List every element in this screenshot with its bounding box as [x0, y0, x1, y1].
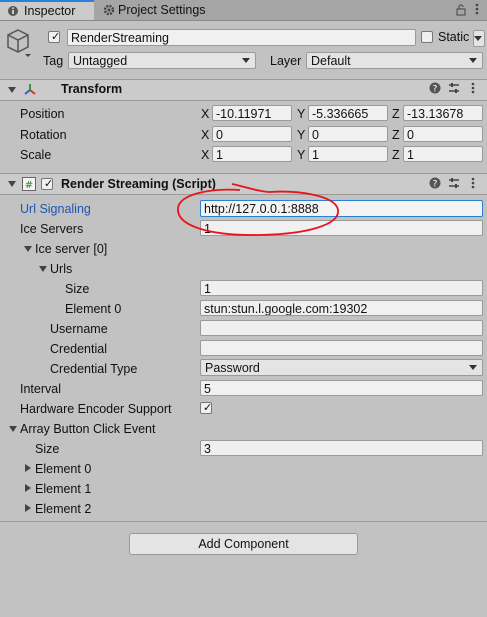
scale-label: Scale: [20, 148, 52, 162]
static-dropdown[interactable]: [473, 30, 485, 47]
position-z-field[interactable]: -13.13678: [403, 105, 483, 121]
credential-label: Credential: [50, 342, 107, 356]
svg-text:?: ?: [433, 85, 438, 95]
preset-icon[interactable]: [448, 82, 460, 94]
axis-z-label[interactable]: Z: [392, 107, 400, 121]
interval-input[interactable]: 5: [200, 380, 483, 396]
array-element-2-label[interactable]: Element 2: [35, 502, 91, 516]
tab-inspector[interactable]: Inspector: [0, 0, 94, 20]
svg-text:#: #: [25, 180, 33, 191]
array-element-0-label[interactable]: Element 0: [35, 462, 91, 476]
fold-arrow-icon[interactable]: [39, 266, 47, 272]
more-options-icon[interactable]: [471, 2, 483, 15]
tag-value: Untagged: [73, 54, 128, 68]
layer-dropdown[interactable]: Default: [306, 52, 483, 69]
script-icon: #: [22, 177, 36, 191]
add-component-button[interactable]: Add Component: [129, 533, 358, 555]
check-icon: ✓: [44, 178, 54, 190]
credential-type-label: Credential Type: [50, 362, 138, 376]
element0-label: Element 0: [65, 302, 122, 316]
chevron-down-icon: [469, 365, 477, 370]
tab-project-settings[interactable]: Project Settings: [100, 0, 250, 20]
check-icon: ✓: [51, 31, 61, 43]
layer-label: Layer: [270, 54, 302, 68]
layer-value: Default: [311, 54, 351, 68]
scale-x-field[interactable]: 1: [212, 146, 292, 162]
tab-bar: Inspector Project Settings: [0, 0, 487, 21]
axis-x-label[interactable]: X: [201, 128, 209, 142]
fold-arrow-icon[interactable]: [8, 87, 16, 93]
tag-dropdown[interactable]: Untagged: [68, 52, 256, 69]
axis-z-label[interactable]: Z: [392, 148, 400, 162]
credential-type-dropdown[interactable]: Password: [200, 359, 483, 376]
url-signaling-label: Url Signaling: [20, 202, 91, 216]
element0-input[interactable]: stun:stun.l.google.com:19302: [200, 300, 483, 316]
preset-icon[interactable]: [448, 177, 460, 189]
tag-label: Tag: [43, 54, 64, 68]
credential-type-value: Password: [205, 361, 260, 375]
rotation-y-field[interactable]: 0: [308, 126, 388, 142]
transform-header[interactable]: Transform ?: [0, 79, 487, 101]
chevron-down-icon: [469, 58, 477, 63]
check-icon: ✓: [203, 402, 213, 414]
script-enabled-checkbox[interactable]: ✓: [41, 178, 53, 190]
axis-y-label[interactable]: Y: [297, 148, 305, 162]
axis-x-label[interactable]: X: [201, 107, 209, 121]
help-icon[interactable]: ?: [429, 82, 441, 94]
divider: [0, 521, 487, 522]
rotation-x-field[interactable]: 0: [212, 126, 292, 142]
username-label: Username: [50, 322, 108, 336]
gameobject-icon[interactable]: [6, 28, 32, 58]
static-label: Static: [438, 30, 470, 44]
array-element-1-label[interactable]: Element 1: [35, 482, 91, 496]
active-checkbox[interactable]: ✓: [48, 31, 60, 43]
expand-arrow-icon[interactable]: [25, 504, 31, 512]
axis-y-label[interactable]: Y: [297, 128, 305, 142]
interval-label: Interval: [20, 382, 61, 396]
fold-arrow-icon[interactable]: [24, 246, 32, 252]
svg-text:?: ?: [433, 180, 438, 190]
lock-icon[interactable]: [455, 4, 467, 16]
rotation-z-field[interactable]: 0: [403, 126, 483, 142]
urls-label[interactable]: Urls: [50, 262, 72, 276]
axis-z-label[interactable]: Z: [392, 128, 400, 142]
urls-size-input[interactable]: 1: [200, 280, 483, 296]
axis-y-label[interactable]: Y: [297, 107, 305, 121]
context-menu-icon[interactable]: [468, 81, 478, 95]
tab-label: Project Settings: [118, 3, 206, 17]
ice-server-0-label[interactable]: Ice server [0]: [35, 242, 107, 256]
context-menu-icon[interactable]: [468, 176, 478, 190]
fold-arrow-icon[interactable]: [8, 181, 16, 187]
array-button-click-event-label[interactable]: Array Button Click Event: [20, 422, 155, 436]
position-x-field[interactable]: -10.11971: [212, 105, 292, 121]
array-size-label: Size: [35, 442, 60, 456]
transform-title: Transform: [61, 82, 123, 96]
ice-servers-label: Ice Servers: [20, 222, 84, 236]
urls-size-label: Size: [65, 282, 90, 296]
fold-arrow-icon[interactable]: [9, 426, 17, 432]
chevron-down-icon: [474, 36, 482, 41]
position-label: Position: [20, 107, 65, 121]
array-size-input[interactable]: 3: [200, 440, 483, 456]
scale-y-field[interactable]: 1: [308, 146, 388, 162]
rotation-label: Rotation: [20, 128, 67, 142]
transform-icon: [22, 82, 38, 98]
annotation-circle: [177, 183, 339, 236]
chevron-down-icon: [242, 58, 250, 63]
info-icon: [7, 5, 19, 17]
position-y-field[interactable]: -5.336665: [308, 105, 388, 121]
axis-x-label[interactable]: X: [201, 148, 209, 162]
gear-icon: [103, 4, 115, 16]
hardware-encoder-label: Hardware Encoder Support: [20, 402, 172, 416]
object-name-input[interactable]: RenderStreaming: [67, 29, 416, 46]
hardware-encoder-checkbox[interactable]: ✓: [200, 402, 212, 414]
static-checkbox[interactable]: [421, 31, 433, 43]
tab-label: Inspector: [24, 4, 76, 18]
expand-arrow-icon[interactable]: [25, 484, 31, 492]
credential-input[interactable]: [200, 340, 483, 356]
username-input[interactable]: [200, 320, 483, 336]
scale-z-field[interactable]: 1: [403, 146, 483, 162]
help-icon[interactable]: ?: [429, 177, 441, 189]
expand-arrow-icon[interactable]: [25, 464, 31, 472]
